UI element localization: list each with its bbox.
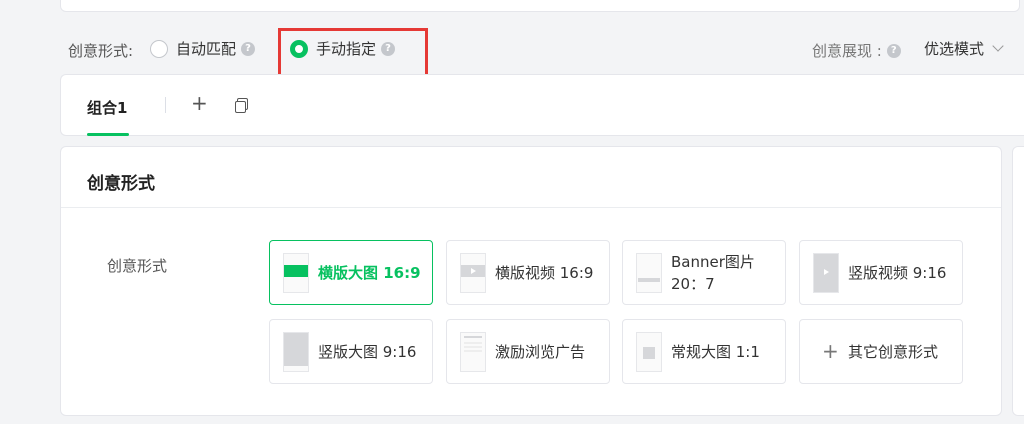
section-title: 创意形式 (87, 174, 155, 194)
creative-mode-label: 创意形式: (68, 42, 134, 60)
format-portrait-video[interactable]: 竖版视频 9:16 (799, 240, 963, 305)
help-icon[interactable]: ? (241, 41, 256, 56)
portrait-video-icon (813, 253, 839, 293)
side-card (1012, 146, 1024, 416)
plus-icon: + (822, 339, 839, 363)
format-label: 常规大图 1:1 (671, 342, 760, 361)
format-banner[interactable]: Banner图片 20：7 (622, 240, 786, 305)
format-landscape-video[interactable]: 横版视频 16:9 (446, 240, 610, 305)
format-incentive-browse[interactable]: 激励浏览广告 (446, 319, 610, 384)
format-label: 其它创意形式 (848, 342, 939, 361)
format-portrait-image[interactable]: 竖版大图 9:16 (269, 319, 433, 384)
display-mode-label: 创意展现 : ? (812, 40, 901, 61)
landscape-image-icon (283, 253, 309, 293)
tab-divider (165, 97, 166, 113)
tab-active-indicator (87, 133, 129, 136)
radio-auto-match-label: 自动匹配 (176, 40, 237, 58)
format-square-image[interactable]: 常规大图 1:1 (622, 319, 786, 384)
format-label: Banner图片 20：7 (671, 252, 755, 293)
combination-tabs: 组合1 + (60, 74, 1024, 136)
display-mode-select[interactable]: 优选模式 (924, 38, 1004, 59)
format-label: 横版视频 16:9 (495, 263, 594, 282)
format-label: 激励浏览广告 (495, 342, 586, 361)
tab-combination-1[interactable]: 组合1 (87, 97, 127, 118)
radio-auto-match[interactable]: 自动匹配 ? (150, 38, 256, 59)
browse-ad-icon (460, 332, 486, 372)
highlight-box (278, 28, 428, 78)
add-tab-button[interactable]: + (191, 93, 208, 113)
banner-icon (636, 253, 662, 293)
format-label: 竖版大图 9:16 (318, 342, 417, 361)
radio-circle[interactable] (150, 39, 168, 58)
creative-format-card: 创意形式 创意形式 横版大图 16:9 横版视频 16:9 Banner图片 2… (60, 146, 1002, 416)
top-card (60, 0, 1020, 12)
square-image-icon (636, 332, 662, 372)
display-mode-value: 优选模式 (924, 40, 985, 58)
format-other[interactable]: + 其它创意形式 (799, 319, 963, 384)
portrait-image-icon (283, 332, 309, 372)
copy-icon[interactable] (235, 98, 248, 113)
section-divider (61, 207, 1001, 208)
chevron-down-icon (992, 40, 1004, 52)
help-icon[interactable]: ? (886, 43, 901, 58)
format-landscape-image[interactable]: 横版大图 16:9 (269, 240, 433, 305)
field-label: 创意形式 (107, 257, 168, 275)
format-label: 竖版视频 9:16 (848, 263, 947, 282)
landscape-video-icon (460, 253, 486, 293)
format-label: 横版大图 16:9 (318, 263, 421, 282)
